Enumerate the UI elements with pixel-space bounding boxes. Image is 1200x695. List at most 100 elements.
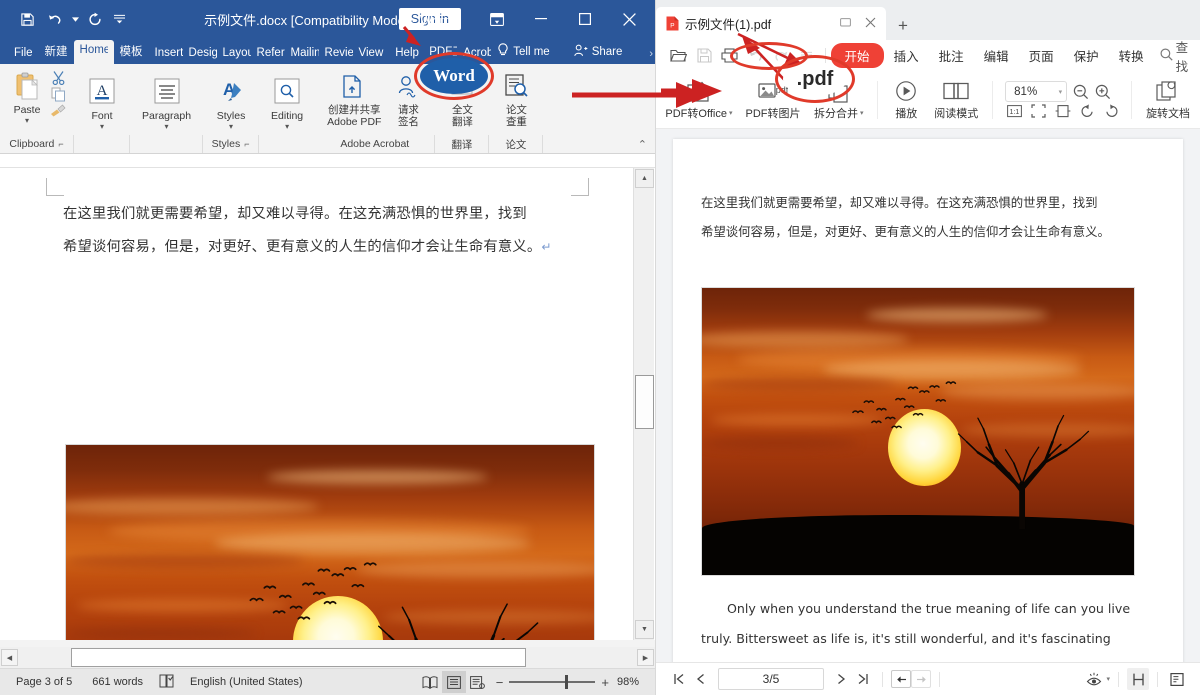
- pdf-tab-protect[interactable]: 保护: [1064, 43, 1109, 68]
- word-page[interactable]: 在这里我们就更需要希望，却又难以寻得。在这充满恐惧的世界里，找到 希望谈何容易，…: [0, 168, 633, 640]
- horizontal-scroll-track[interactable]: [19, 648, 636, 667]
- first-page-icon[interactable]: [668, 668, 690, 690]
- pdf-tab-convert[interactable]: 转换: [1109, 43, 1154, 68]
- word-document-image[interactable]: [65, 444, 595, 640]
- create-share-adobe-pdf-button[interactable]: 创建并共享 Adobe PDF: [321, 68, 387, 130]
- status-language[interactable]: English (United States): [180, 676, 313, 688]
- pdf-page[interactable]: 在这里我们就更需要希望，却又难以寻得。在这充满恐惧的世界里，找到 希望谈何容易，…: [673, 139, 1183, 662]
- new-tab-button[interactable]: +: [886, 16, 920, 40]
- copy-icon[interactable]: [48, 87, 68, 102]
- eye-dropdown-caret-icon[interactable]: ▾: [1106, 675, 1110, 683]
- word-vertical-scrollbar[interactable]: ▲ ▼: [633, 168, 654, 640]
- proofing-errors-icon[interactable]: [153, 674, 180, 691]
- editing-button[interactable]: Editing ▾: [265, 74, 309, 133]
- fit-width-icon[interactable]: [1055, 104, 1071, 118]
- tab-review[interactable]: Review: [319, 43, 353, 64]
- reading-mode-button[interactable]: 阅读模式: [928, 78, 984, 122]
- zoom-out-icon[interactable]: [1073, 84, 1089, 100]
- rotate-left-icon[interactable]: [1080, 104, 1095, 118]
- pdf-tab-insert[interactable]: 插入: [884, 43, 929, 68]
- cut-icon[interactable]: [48, 70, 68, 85]
- paste-caret-icon[interactable]: ▾: [25, 117, 29, 125]
- zoom-track[interactable]: [509, 681, 595, 683]
- undo-dropdown-icon[interactable]: [70, 6, 80, 32]
- tab-mailings[interactable]: Mailings: [285, 43, 319, 64]
- close-button[interactable]: [607, 0, 651, 38]
- paste-button[interactable]: Paste ▾: [6, 68, 48, 127]
- undo-icon[interactable]: [42, 6, 68, 32]
- word-horizontal-scrollbar[interactable]: ◀ ▶: [0, 647, 655, 668]
- minimize-button[interactable]: [519, 0, 563, 38]
- horizontal-ruler[interactable]: [0, 154, 655, 168]
- status-page-number[interactable]: Page 3 of 5: [6, 676, 82, 688]
- font-caret-icon[interactable]: ▾: [100, 123, 104, 131]
- next-page-icon[interactable]: [830, 668, 852, 690]
- scroll-down-icon[interactable]: ▼: [635, 620, 654, 639]
- styles-dialog-launcher-icon[interactable]: ⌐: [244, 139, 249, 149]
- actual-size-icon[interactable]: 1:1: [1007, 104, 1022, 118]
- pdf-tab-comment[interactable]: 批注: [929, 43, 974, 68]
- tab-new[interactable]: 新建: [39, 39, 74, 64]
- zoom-level-select[interactable]: 81% ▾: [1005, 81, 1067, 102]
- tab-view[interactable]: View: [353, 43, 390, 64]
- eye-view-icon[interactable]: [1083, 668, 1105, 690]
- format-painter-icon[interactable]: [48, 103, 68, 118]
- pdf-document-area[interactable]: 在这里我们就更需要希望，却又难以寻得。在这充满恐惧的世界里，找到 希望谈何容易，…: [656, 129, 1200, 662]
- customize-qat-icon[interactable]: [110, 6, 128, 32]
- save-icon[interactable]: [692, 43, 718, 69]
- tabs-overflow-icon[interactable]: ›: [649, 48, 653, 60]
- tab-references[interactable]: References: [251, 43, 285, 64]
- pdf-document-tab[interactable]: P 示例文件(1).pdf: [656, 7, 886, 40]
- font-button[interactable]: A Font ▾: [80, 74, 124, 133]
- styles-button[interactable]: A Styles ▾: [209, 74, 253, 133]
- tab-insert[interactable]: Insert: [149, 43, 183, 64]
- tab-file[interactable]: File: [8, 43, 39, 64]
- paper-check-button[interactable]: 论文 查重: [495, 68, 537, 130]
- scroll-right-icon[interactable]: ▶: [637, 649, 654, 666]
- view-web-layout-icon[interactable]: [466, 671, 490, 693]
- rotate-right-icon[interactable]: [1104, 104, 1119, 118]
- zoom-out-button[interactable]: −: [496, 675, 504, 690]
- share-button[interactable]: Share: [568, 40, 629, 64]
- chevron-down-icon[interactable]: ▾: [729, 109, 733, 117]
- zoom-handle[interactable]: [565, 675, 568, 689]
- tab-home[interactable]: Home: [74, 40, 114, 64]
- back-icon[interactable]: [891, 670, 911, 688]
- editing-caret-icon[interactable]: ▾: [285, 123, 289, 131]
- view-read-mode-icon[interactable]: [418, 671, 442, 693]
- zoom-slider[interactable]: − +: [496, 675, 609, 690]
- sign-in-button[interactable]: Sign in: [399, 8, 461, 30]
- paragraph-button[interactable]: Paragraph ▾: [136, 74, 197, 133]
- word-paragraph-1[interactable]: 在这里我们就更需要希望，却又难以寻得。在这充满恐惧的世界里，找到 希望谈何容易，…: [63, 198, 587, 264]
- prev-page-icon[interactable]: [690, 668, 712, 690]
- zoom-in-icon[interactable]: [1095, 84, 1111, 100]
- view-print-layout-icon[interactable]: [442, 671, 466, 693]
- tab-restore-icon[interactable]: [836, 17, 855, 31]
- forward-icon[interactable]: [911, 670, 931, 688]
- collapse-ribbon-icon[interactable]: ⌃: [638, 138, 647, 151]
- redo-icon[interactable]: [82, 6, 108, 32]
- ribbon-display-options-icon[interactable]: [475, 0, 519, 38]
- restore-button[interactable]: [563, 0, 607, 38]
- page-number-input[interactable]: 3/5: [718, 668, 824, 690]
- rotate-document-button[interactable]: 旋转文档: [1140, 78, 1196, 122]
- tab-template[interactable]: 模板: [114, 39, 149, 64]
- tab-help[interactable]: Help: [389, 43, 423, 64]
- tab-design[interactable]: Design: [183, 43, 217, 64]
- split-view-icon[interactable]: [1127, 668, 1149, 690]
- pdf-search-button[interactable]: 查找: [1160, 37, 1200, 75]
- vertical-scroll-thumb[interactable]: [635, 375, 654, 429]
- last-page-icon[interactable]: [852, 668, 874, 690]
- play-button[interactable]: 播放: [886, 78, 926, 122]
- open-file-icon[interactable]: [666, 43, 692, 69]
- tab-close-icon[interactable]: [861, 17, 880, 31]
- save-icon[interactable]: [14, 6, 40, 32]
- page-layout-icon[interactable]: [1166, 668, 1188, 690]
- horizontal-scroll-thumb[interactable]: [71, 648, 526, 667]
- pdf-tab-edit[interactable]: 编辑: [974, 43, 1019, 68]
- zoom-level-label[interactable]: 98%: [609, 676, 649, 688]
- pdf-to-office-button[interactable]: PDF转Office ▾: [660, 78, 738, 122]
- pdf-tab-page[interactable]: 页面: [1019, 43, 1064, 68]
- tab-layout[interactable]: Layout: [217, 43, 251, 64]
- tell-me-button[interactable]: Tell me: [491, 39, 555, 64]
